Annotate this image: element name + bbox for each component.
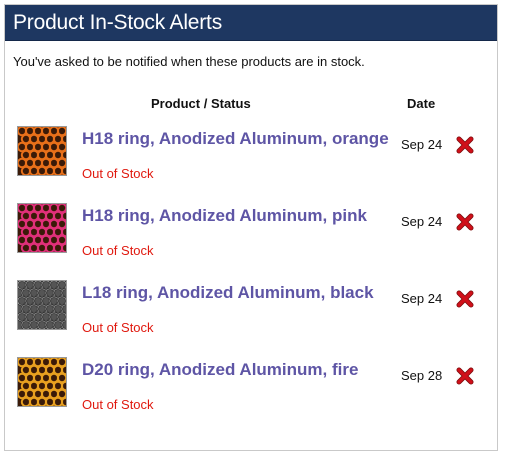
delete-alert-icon[interactable] bbox=[456, 290, 474, 308]
alert-row: H18 ring, Anodized Aluminum, pink Out of… bbox=[5, 203, 497, 279]
alert-date: Sep 24 bbox=[401, 137, 443, 152]
panel-title: Product In-Stock Alerts bbox=[13, 11, 222, 34]
delete-alert-icon[interactable] bbox=[456, 213, 474, 231]
alert-row: L18 ring, Anodized Aluminum, black Out o… bbox=[5, 280, 497, 356]
stock-status: Out of Stock bbox=[82, 243, 154, 258]
stock-status: Out of Stock bbox=[82, 166, 154, 181]
stock-status: Out of Stock bbox=[82, 397, 154, 412]
product-thumbnail[interactable] bbox=[17, 357, 67, 407]
alert-date: Sep 28 bbox=[401, 368, 443, 383]
alert-date: Sep 24 bbox=[401, 291, 443, 306]
delete-alert-icon[interactable] bbox=[456, 367, 474, 385]
delete-alert-icon[interactable] bbox=[456, 136, 474, 154]
column-header-date: Date bbox=[407, 96, 436, 111]
stock-status: Out of Stock bbox=[82, 320, 154, 335]
intro-text: You've asked to be notified when these p… bbox=[13, 54, 365, 69]
product-link[interactable]: L18 ring, Anodized Aluminum, black bbox=[82, 283, 374, 303]
product-link[interactable]: D20 ring, Anodized Aluminum, fire bbox=[82, 360, 358, 380]
alerts-panel: Product In-Stock Alerts You've asked to … bbox=[4, 4, 498, 451]
product-thumbnail[interactable] bbox=[17, 203, 67, 253]
alert-row: H18 ring, Anodized Aluminum, orange Out … bbox=[5, 126, 497, 202]
product-thumbnail[interactable] bbox=[17, 126, 67, 176]
panel-header: Product In-Stock Alerts bbox=[5, 5, 497, 41]
alert-date: Sep 24 bbox=[401, 214, 443, 229]
product-link[interactable]: H18 ring, Anodized Aluminum, pink bbox=[82, 206, 367, 226]
product-thumbnail[interactable] bbox=[17, 280, 67, 330]
product-link[interactable]: H18 ring, Anodized Aluminum, orange bbox=[82, 129, 389, 149]
column-header-product-status: Product / Status bbox=[151, 96, 251, 111]
alert-row: D20 ring, Anodized Aluminum, fire Out of… bbox=[5, 357, 497, 433]
